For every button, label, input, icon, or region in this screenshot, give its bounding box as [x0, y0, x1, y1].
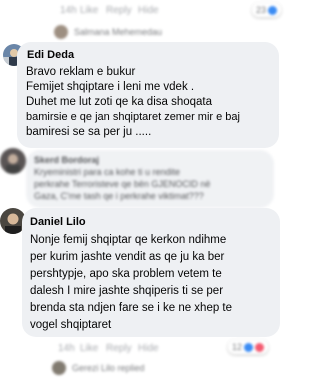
comment-text-line: bamiresi se sa per ju .....	[26, 126, 152, 138]
hide-link[interactable]: Hide	[138, 5, 159, 16]
comment-text-line: bamirsie e qe jan shqiptaret zemer mir e…	[26, 111, 240, 123]
reaction-count: 12	[232, 342, 243, 352]
reaction-count-badge[interactable]: 12	[228, 340, 269, 354]
profile-photo-icon	[0, 148, 26, 174]
comment-author[interactable]: Skerd Bordoraj	[34, 155, 99, 165]
timestamp: 14h	[58, 343, 75, 354]
comment-author[interactable]: Edi Deda	[27, 49, 74, 61]
reaction-count: 23	[256, 5, 267, 15]
like-link[interactable]: Like	[80, 343, 98, 354]
comment-text-line: Kryeministri para ca kohe ti u rendite	[34, 167, 181, 177]
comment-author[interactable]: Daniel Lilo	[30, 216, 86, 228]
avatar	[52, 361, 66, 375]
like-reaction-icon	[268, 5, 278, 15]
comment-text-line: Bravo reklam e bukur	[26, 66, 136, 78]
timestamp: 14h	[60, 5, 77, 16]
comment-text-line: pershtypje, apo ska problem vetem te	[30, 268, 222, 280]
comment-text-line: Duhet me lut zoti qe ka disa shoqata	[26, 96, 213, 108]
reply-author: Salmana Mehemedau	[74, 27, 163, 37]
love-reaction-icon	[255, 342, 265, 352]
like-link[interactable]: Like	[80, 5, 98, 16]
avatar[interactable]	[0, 148, 26, 174]
comment-text-line: Gaza, C'me tash qe i perkrahe viktimat??…	[34, 191, 204, 201]
reply-link[interactable]: Reply	[106, 343, 132, 354]
hide-link[interactable]: Hide	[138, 343, 159, 354]
comment-text-line: per kurim jashte vendit as qe ju ka ber	[30, 251, 225, 263]
comment-text-line: dalesh I mire jashte shqiperis ti se per	[30, 285, 224, 297]
reaction-count-badge[interactable]: 23	[252, 3, 282, 17]
reply-link[interactable]: Reply	[106, 5, 132, 16]
reply-author: Gerezi Lilo replied	[72, 363, 145, 373]
comment-text-line: brenda sta ndjen fare se i ke ne xhep te	[30, 302, 233, 314]
comment-text-line: perkrahe Terroristeve qe bën GJENOCID në	[34, 179, 211, 189]
reply-preview[interactable]: Gerezi Lilo replied	[52, 358, 290, 378]
avatar	[54, 25, 68, 39]
top-comment-actions: 14h Like Reply Hide	[0, 2, 290, 20]
comment-text-line: Nonje femij shqiptar qe kerkon ndihme	[30, 234, 227, 246]
comment-text-line: vogel shqiptaret	[30, 319, 112, 331]
comment-text-line: Femijet shqiptare i leni me vdek .	[26, 81, 195, 93]
like-reaction-icon	[244, 342, 254, 352]
reply-preview[interactable]: Salmana Mehemedau	[54, 22, 290, 42]
